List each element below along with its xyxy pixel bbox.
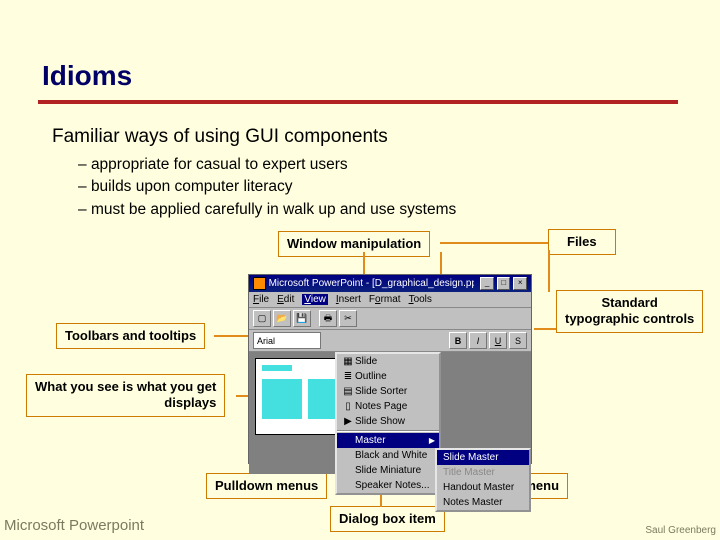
callout-window-manipulation: Window manipulation bbox=[278, 231, 430, 257]
font-selector[interactable]: Arial bbox=[253, 332, 321, 349]
underline-button[interactable]: U bbox=[489, 332, 507, 349]
print-button[interactable]: 🖶 bbox=[319, 310, 337, 327]
menu-item-speakernotes[interactable]: Speaker Notes... bbox=[337, 478, 439, 493]
menu-view[interactable]: View bbox=[302, 294, 328, 305]
close-button[interactable]: × bbox=[513, 277, 527, 290]
menu-item-slide[interactable]: ▦Slide bbox=[337, 354, 439, 369]
slide-title: Idioms bbox=[42, 60, 132, 92]
bullet-list: appropriate for casual to expert users b… bbox=[78, 154, 456, 221]
callout-pulldown: Pulldown menus bbox=[206, 473, 327, 499]
footer-left: Microsoft Powerpoint bbox=[4, 517, 144, 534]
bullet-item: builds upon computer literacy bbox=[78, 176, 456, 198]
save-button[interactable]: 💾 bbox=[293, 310, 311, 327]
footer-right: Saul Greenberg bbox=[645, 525, 716, 536]
leader-line bbox=[534, 328, 556, 330]
bold-button[interactable]: B bbox=[449, 332, 467, 349]
master-submenu[interactable]: Slide Master Title Master Handout Master… bbox=[435, 448, 531, 512]
submenu-slidemaster[interactable]: Slide Master bbox=[437, 450, 529, 465]
app-title: Microsoft PowerPoint - [D_graphical_desi… bbox=[269, 278, 475, 289]
slide: Idioms Familiar ways of using GUI compon… bbox=[0, 0, 720, 540]
menu-item-outline[interactable]: ≣Outline bbox=[337, 369, 439, 384]
minimize-button[interactable]: _ bbox=[480, 277, 494, 290]
title-rule bbox=[38, 100, 678, 104]
workarea: ▦Slide ≣Outline ▤Slide Sorter ▯Notes Pag… bbox=[249, 352, 531, 474]
menu-insert[interactable]: Insert bbox=[336, 294, 361, 305]
callout-toolbars: Toolbars and tooltips bbox=[56, 323, 205, 349]
app-icon bbox=[253, 277, 266, 290]
submenu-titlemaster[interactable]: Title Master bbox=[437, 465, 529, 480]
bullet-item: must be applied carefully in walk up and… bbox=[78, 199, 456, 221]
toolbar-format: Arial B I U S bbox=[249, 330, 531, 352]
menu-item-miniature[interactable]: Slide Miniature bbox=[337, 463, 439, 478]
menu-file[interactable]: File bbox=[253, 294, 269, 305]
shadow-button[interactable]: S bbox=[509, 332, 527, 349]
view-menu[interactable]: ▦Slide ≣Outline ▤Slide Sorter ▯Notes Pag… bbox=[335, 352, 441, 495]
bullet-item: appropriate for casual to expert users bbox=[78, 154, 456, 176]
maximize-button[interactable]: □ bbox=[497, 277, 511, 290]
menu-format[interactable]: Format bbox=[369, 294, 401, 305]
new-button[interactable]: ▢ bbox=[253, 310, 271, 327]
menu-item-slidesorter[interactable]: ▤Slide Sorter bbox=[337, 384, 439, 399]
italic-button[interactable]: I bbox=[469, 332, 487, 349]
leader-line bbox=[440, 252, 442, 276]
callout-files: Files bbox=[548, 229, 616, 255]
menu-item-bw[interactable]: Black and White bbox=[337, 448, 439, 463]
menu-item-slideshow[interactable]: ▶Slide Show bbox=[337, 414, 439, 429]
leader-line bbox=[363, 252, 365, 276]
menu-item-notespage[interactable]: ▯Notes Page bbox=[337, 399, 439, 414]
slide-subtitle: Familiar ways of using GUI components bbox=[52, 126, 388, 148]
callout-dialog: Dialog box item bbox=[330, 506, 445, 532]
submenu-notesmaster[interactable]: Notes Master bbox=[437, 495, 529, 510]
leader-line bbox=[548, 250, 550, 292]
submenu-handoutmaster[interactable]: Handout Master bbox=[437, 480, 529, 495]
callout-wysiwyg: What you see is what you get displays bbox=[26, 374, 225, 417]
open-button[interactable]: 📂 bbox=[273, 310, 291, 327]
toolbar-standard: ▢ 📂 💾 🖶 ✂ bbox=[249, 308, 531, 330]
menu-edit[interactable]: Edit bbox=[277, 294, 294, 305]
menu-item-master[interactable]: Master▶ bbox=[337, 433, 439, 448]
leader-line bbox=[440, 242, 548, 244]
powerpoint-window: Microsoft PowerPoint - [D_graphical_desi… bbox=[248, 274, 532, 464]
callout-standard-typo: Standard typographic controls bbox=[556, 290, 703, 333]
menu-tools[interactable]: Tools bbox=[409, 294, 432, 305]
menubar[interactable]: File Edit View Insert Format Tools bbox=[249, 292, 531, 308]
cut-button[interactable]: ✂ bbox=[339, 310, 357, 327]
titlebar[interactable]: Microsoft PowerPoint - [D_graphical_desi… bbox=[249, 275, 531, 292]
leader-line bbox=[214, 335, 250, 337]
